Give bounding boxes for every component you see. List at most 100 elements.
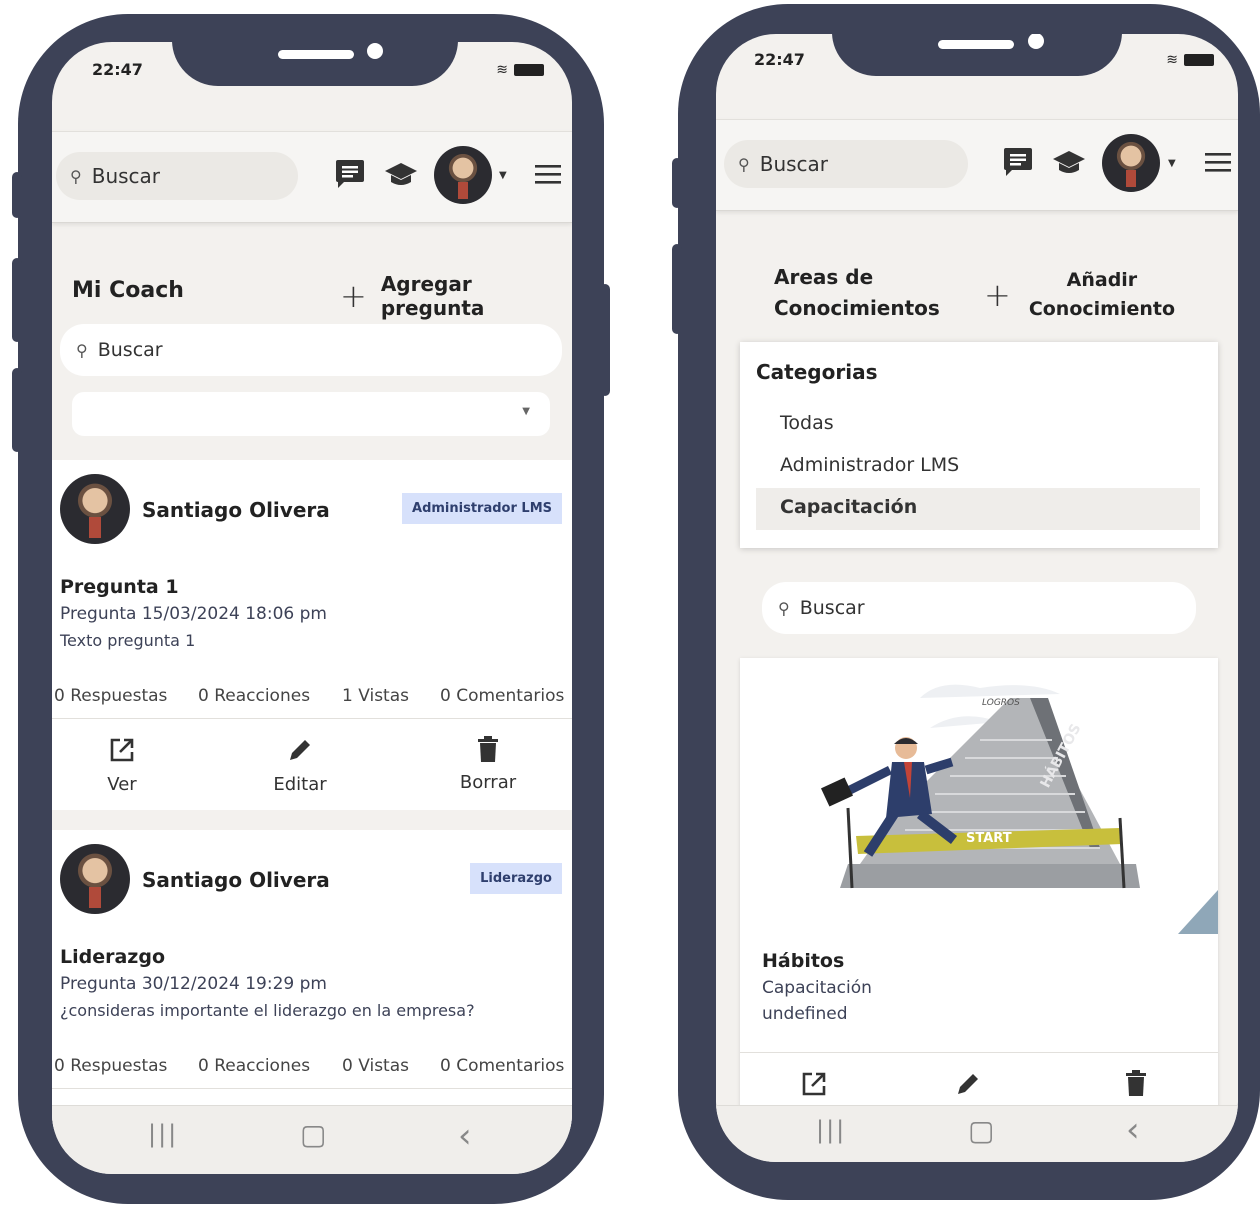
chat-icon[interactable] (1002, 146, 1034, 183)
delete-label: Borrar (459, 772, 517, 793)
status-time: 22:47 (92, 60, 143, 79)
knowledge-card[interactable]: LOGROS HÁBITOS START Hábitos Capacitació… (740, 658, 1218, 1118)
reactions-count: 0 Reacciones (198, 686, 311, 706)
categories-title: Categorias (756, 360, 878, 384)
phone-side-button (672, 158, 682, 208)
phone-power-button (600, 284, 610, 396)
category-select[interactable]: ▼ (72, 392, 550, 436)
hamburger-menu-icon[interactable] (534, 162, 562, 192)
phone-side-button (12, 258, 22, 342)
page-title: Mi Coach (72, 278, 184, 303)
add-question-button[interactable]: + Agregar pregunta (340, 272, 572, 320)
left-phone-frame: 22:47 ≋ ⚲ Buscar ▼ Mi Coach + Agregar pr… (12, 14, 610, 1204)
right-phone-screen: 22:47 ≋ ⚲ Buscar ▼ Areas de Conocimiento… (716, 34, 1238, 1162)
search-placeholder: Buscar (97, 339, 163, 361)
add-question-label: Agregar pregunta (380, 272, 485, 320)
knowledge-description: undefined (762, 1004, 848, 1024)
divider (52, 1088, 572, 1089)
phone-notch (832, 34, 1122, 76)
question-meta: Pregunta 15/03/2024 18:06 pm (60, 604, 327, 624)
battery-icon (514, 64, 544, 76)
add-knowledge-button[interactable]: + Añadir Conocimiento (984, 266, 1175, 324)
battery-icon (1184, 54, 1214, 66)
view-button[interactable]: Ver (102, 736, 142, 795)
open-external-icon (802, 1072, 826, 1096)
divider (52, 718, 572, 719)
status-icons: ≋ (496, 62, 544, 78)
app-header: ⚲ Buscar ▼ (52, 131, 572, 223)
trash-icon (1126, 1070, 1146, 1096)
home-button[interactable]: ▢ (300, 1118, 326, 1151)
phone-speaker (938, 40, 1014, 49)
chevron-down-icon[interactable]: ▼ (1168, 158, 1176, 169)
knowledge-title: Hábitos (762, 950, 845, 972)
back-button[interactable]: ‹ (458, 1116, 472, 1156)
header-search-input[interactable]: ⚲ Buscar (724, 140, 968, 188)
knowledge-category: Capacitación (762, 978, 872, 998)
search-icon: ⚲ (76, 340, 88, 360)
knowledge-image: LOGROS HÁBITOS START (740, 658, 1218, 934)
add-knowledge-label: Añadir Conocimiento (1029, 266, 1175, 324)
back-button[interactable]: ‹ (1126, 1110, 1140, 1150)
add-knowledge-line: Añadir (1066, 269, 1138, 291)
recent-apps-button[interactable]: ||| (148, 1120, 178, 1148)
question-title[interactable]: Pregunta 1 (60, 576, 179, 598)
question-title[interactable]: Liderazgo (60, 946, 165, 968)
answers-count: 0 Respuestas (54, 1056, 168, 1076)
home-button[interactable]: ▢ (968, 1114, 994, 1147)
page-title-line: Areas de (774, 265, 874, 289)
category-badge: Administrador LMS (402, 493, 562, 524)
question-card: Santiago Olivera Liderazgo Liderazgo Pre… (52, 830, 572, 1130)
search-icon: ⚲ (778, 598, 790, 618)
edit-button[interactable]: Editar (270, 736, 330, 795)
image-text-logros: LOGROS (982, 698, 1020, 708)
question-card: Santiago Olivera Administrador LMS Pregu… (52, 460, 572, 810)
category-item-capacitacion[interactable]: Capacitación (756, 488, 1200, 530)
category-item-administrador-lms[interactable]: Administrador LMS (780, 454, 959, 476)
author-avatar (60, 474, 130, 544)
author-name: Santiago Olivera (142, 498, 330, 522)
chevron-down-icon[interactable]: ▼ (499, 170, 507, 181)
views-count: 0 Vistas (342, 1056, 409, 1076)
categories-panel: Categorias Todas Administrador LMS Capac… (740, 342, 1218, 548)
graduation-cap-icon[interactable] (1052, 148, 1086, 183)
views-count: 1 Vistas (342, 686, 409, 706)
question-text: ¿consideras importante el liderazgo en l… (60, 1001, 475, 1020)
chat-icon[interactable] (334, 158, 366, 195)
knowledge-search-input[interactable]: ⚲ Buscar (762, 582, 1196, 634)
delete-button[interactable] (1124, 1070, 1148, 1100)
search-placeholder: Buscar (91, 164, 161, 188)
page-title-line: Conocimientos (774, 296, 940, 320)
category-item-todas[interactable]: Todas (780, 412, 834, 434)
hamburger-menu-icon[interactable] (1204, 150, 1232, 180)
page-title: Areas de Conocimientos (774, 262, 940, 324)
comments-count: 0 Comentarios (440, 686, 565, 706)
header-search-input[interactable]: ⚲ Buscar (56, 152, 298, 200)
phone-camera (1028, 34, 1044, 49)
phone-side-button (12, 172, 22, 218)
status-icons: ≋ (1166, 52, 1214, 68)
user-avatar[interactable] (434, 146, 492, 204)
phone-camera (367, 43, 383, 59)
image-text-start: START (966, 831, 1012, 846)
graduation-cap-icon[interactable] (384, 160, 418, 195)
delete-button[interactable]: Borrar (456, 736, 520, 793)
view-button[interactable] (800, 1070, 828, 1102)
app-header: ⚲ Buscar ▼ (716, 119, 1238, 211)
divider (740, 1052, 1218, 1053)
question-search-input[interactable]: ⚲ Buscar (60, 324, 562, 376)
pencil-icon (958, 1074, 978, 1094)
edit-button[interactable] (954, 1070, 982, 1102)
category-badge: Liderazgo (470, 863, 562, 894)
search-placeholder: Buscar (759, 152, 829, 176)
question-meta: Pregunta 30/12/2024 19:29 pm (60, 974, 327, 994)
plus-icon: + (340, 277, 367, 315)
system-nav-bar: ||| ▢ ‹ (716, 1105, 1238, 1162)
author-avatar (60, 844, 130, 914)
user-avatar[interactable] (1102, 134, 1160, 192)
open-external-icon (102, 736, 142, 770)
wifi-icon: ≋ (496, 62, 508, 78)
search-placeholder: Buscar (799, 597, 865, 619)
phone-notch (172, 42, 458, 86)
recent-apps-button[interactable]: ||| (816, 1116, 846, 1144)
